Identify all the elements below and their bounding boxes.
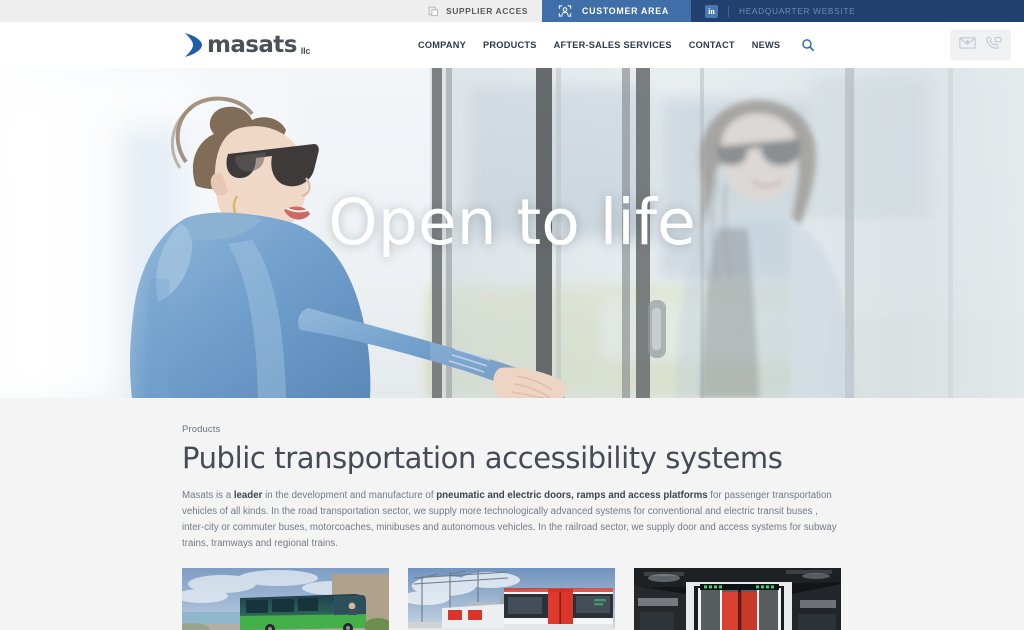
phone-icon[interactable] (985, 36, 1002, 55)
customer-area-tab[interactable]: CUSTOMER AREA (542, 0, 691, 22)
logo-wordmark: masats (207, 31, 297, 58)
nav-item-after-sales-services[interactable]: AFTER-SALES SERVICES (554, 40, 672, 50)
products-section: Products Public transportation accessibi… (0, 398, 1024, 630)
product-card-bus[interactable] (182, 568, 389, 630)
supplier-access-link[interactable]: SUPPLIER ACCES (420, 0, 543, 22)
nav-item-company[interactable]: COMPANY (418, 40, 466, 50)
logo-suffix: llc (300, 46, 311, 56)
nav-item-contact[interactable]: CONTACT (689, 40, 735, 50)
body-bold-leader: leader (233, 490, 263, 502)
top-utility-bar: SUPPLIER ACCES CUSTOMER AREA in HEADQUAR… (0, 0, 1024, 22)
nav-item-news[interactable]: NEWS (752, 40, 781, 50)
topbar-divider (728, 5, 729, 17)
page-title: Public transportation accessibility syst… (182, 441, 783, 475)
hero-banner: Open to life (0, 68, 1024, 398)
header-contact-tools[interactable] (950, 29, 1011, 61)
product-card-tram[interactable] (408, 568, 615, 630)
hero-photo (0, 68, 1024, 398)
topbar-right-group: in HEADQUARTER WEBSITE (691, 0, 1024, 22)
body-text-1: Masats is a (182, 490, 234, 502)
product-cards (182, 568, 842, 630)
site-header: masats llc COMPANY PRODUCTS AFTER-SALES … (0, 22, 1024, 68)
section-body: Masats is a leader in the development an… (182, 488, 842, 551)
body-text-2: in the development and manufacture of (262, 490, 437, 502)
logo-wing-icon (183, 32, 203, 58)
document-access-icon (428, 6, 439, 17)
nav-item-products[interactable]: PRODUCTS (483, 40, 537, 50)
section-eyebrow: Products (182, 424, 221, 435)
user-scan-icon (558, 4, 572, 18)
linkedin-icon[interactable]: in (705, 4, 718, 18)
supplier-access-label: SUPPLIER ACCES (446, 6, 529, 16)
main-navigation: COMPANY PRODUCTS AFTER-SALES SERVICES CO… (418, 38, 815, 52)
search-icon[interactable] (801, 38, 815, 52)
topbar-left-spacer (0, 0, 420, 22)
mail-icon[interactable] (959, 36, 976, 55)
logo[interactable]: masats llc (183, 32, 310, 58)
product-card-subway[interactable] (634, 568, 841, 630)
headquarter-website-link[interactable]: HEADQUARTER WEBSITE (739, 6, 855, 16)
customer-area-label: CUSTOMER AREA (582, 6, 669, 16)
body-bold-products: pneumatic and electric doors, ramps and … (436, 490, 708, 502)
